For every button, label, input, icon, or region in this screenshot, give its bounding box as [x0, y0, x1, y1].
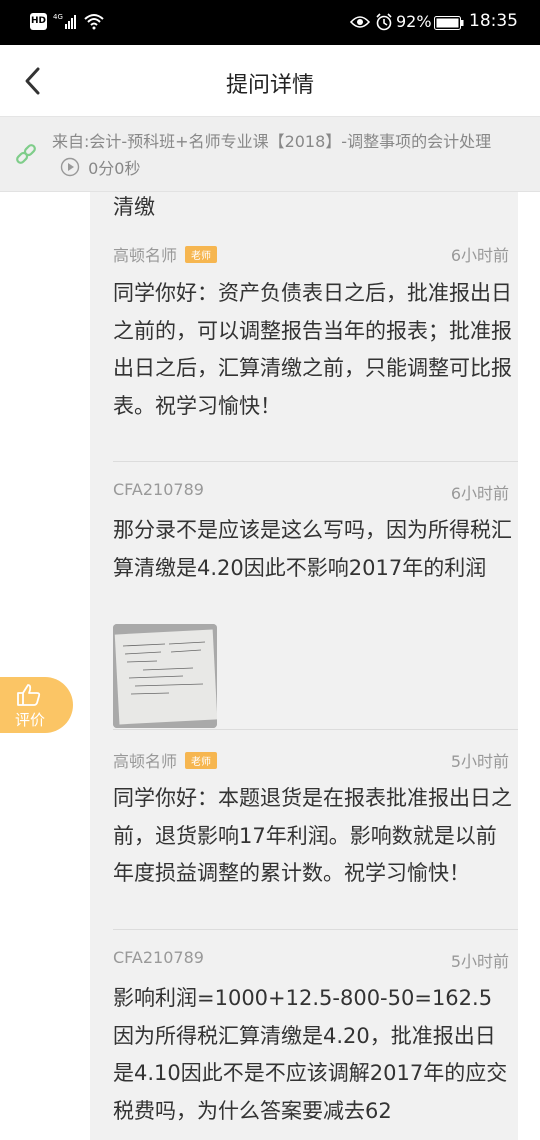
message-time: 5小时前 [450, 752, 509, 771]
wifi-icon [84, 13, 104, 34]
svg-text:4G: 4G [53, 13, 63, 21]
author-name: 高顿名师 [113, 246, 178, 265]
page-title: 提问详情 [225, 73, 314, 98]
thumbs-up-icon [16, 683, 42, 711]
message-time: 6小时前 [450, 484, 509, 503]
divider [113, 729, 518, 730]
hd-icon: HD [30, 13, 47, 30]
status-bar: HD 4G 92% 18:35 [0, 0, 540, 45]
eye-icon [349, 14, 371, 33]
attachment-image[interactable] [113, 624, 217, 728]
play-icon [60, 157, 80, 185]
photo-thumbnail [113, 624, 217, 728]
message-text: 同学你好：本题退货是在报表批准报出日之前，退货影响17年利润。影响数就是以前年度… [113, 786, 512, 885]
message-time: 5小时前 [450, 952, 509, 971]
source-text[interactable]: 来自:会计-预科班+名师专业课【2018】-调整事项的会计处理 0分0秒 [52, 128, 512, 185]
clock: 18:35 [469, 11, 518, 31]
partial-message: 清缴 [113, 195, 155, 219]
author-name: 高顿名师 [113, 752, 178, 771]
battery-icon [434, 15, 464, 34]
qa-thread: 清缴 高顿名师 老师 6小时前 同学你好：资产负债表日之后，批准报出日之前的，可以… [90, 192, 518, 1140]
message-author: 高顿名师 老师 [113, 242, 218, 266]
divider [113, 461, 518, 462]
message-text: 影响利润=1000+12.5-800-50=162.5因为所得税汇算清缴是4.2… [113, 986, 508, 1123]
video-duration: 0分0秒 [88, 159, 141, 178]
nav-bar: 提问详情 [0, 45, 540, 117]
divider [113, 929, 518, 930]
message-author: 高顿名师 老师 [113, 748, 218, 772]
battery-percent: 92% [396, 12, 432, 31]
source-title: 来自:会计-预科班+名师专业课【2018】-调整事项的会计处理 [52, 132, 492, 151]
link-icon [14, 142, 38, 170]
message-text: 同学你好：资产负债表日之后，批准报出日之前的，可以调整报告当年的报表；批准报出日… [113, 281, 512, 418]
teacher-badge: 老师 [185, 752, 218, 769]
message-text: 那分录不是应该是这么写吗，因为所得税汇算清缴是4.20因此不影响2017年的利润 [113, 518, 512, 580]
message-author: CFA210789 [113, 480, 204, 499]
alarm-icon [375, 13, 393, 35]
message-author: CFA210789 [113, 948, 204, 967]
signal-icon: 4G [53, 12, 81, 34]
rate-label: 评价 [14, 711, 45, 729]
rate-button[interactable]: 评价 [0, 677, 73, 733]
teacher-badge: 老师 [185, 246, 218, 263]
message-time: 6小时前 [450, 246, 509, 265]
